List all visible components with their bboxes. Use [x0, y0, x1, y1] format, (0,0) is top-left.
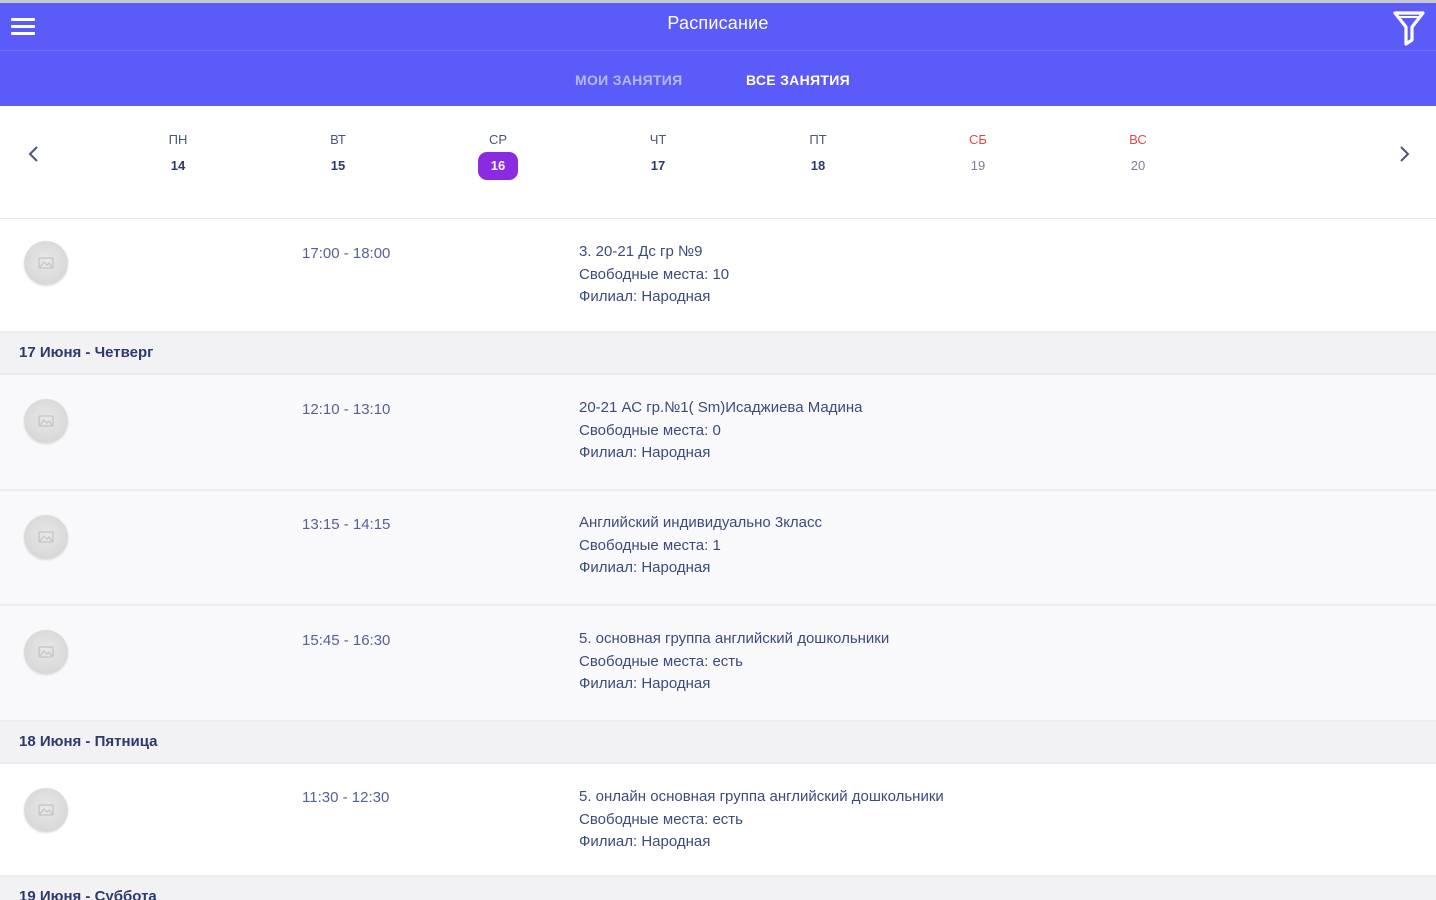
class-branch: Филиал: Народная	[579, 675, 711, 692]
class-name: 3. 20-21 Дс гр №9	[579, 243, 703, 260]
day-number: 15	[330, 158, 346, 173]
class-time: 15:45 - 16:30	[302, 632, 391, 649]
class-time: 13:15 - 14:15	[302, 516, 391, 533]
class-item[interactable]: 17:00 - 18:00 3. 20-21 Дс гр №9 Свободны…	[0, 219, 1436, 333]
day-saturday[interactable]: СБ 19	[948, 132, 1008, 180]
class-details: 3. 20-21 Дс гр №9 Свободные места: 10 Фи…	[579, 241, 729, 309]
day-name: ВТ	[330, 132, 346, 147]
day-name: ЧТ	[649, 132, 667, 147]
avatar	[24, 515, 68, 559]
date-header: 19 Июня - Суббота	[0, 877, 1436, 900]
chevron-right-icon[interactable]	[1394, 142, 1414, 166]
class-free-seats: Свободные места: 1	[579, 536, 721, 554]
week-selector: ПН 14 ВТ 15 СР 16 ЧТ 17 ПТ 18 СБ 19 ВС 2…	[0, 106, 1436, 206]
day-friday[interactable]: ПТ 18	[788, 132, 848, 180]
day-name: ВС	[1129, 132, 1147, 147]
class-name: 5. онлайн основная группа английский дош…	[579, 788, 944, 805]
tab-all-classes[interactable]: ВСЕ ЗАНЯТИЯ	[746, 72, 850, 88]
chevron-left-icon[interactable]	[24, 142, 44, 166]
app-bar: Расписание МОИ ЗАНЯТИЯ ВСЕ ЗАНЯТИЯ	[0, 0, 1436, 106]
class-branch: Филиал: Народная	[579, 559, 711, 576]
day-tuesday[interactable]: ВТ 15	[308, 132, 368, 180]
app-bar-top-row: Расписание	[0, 3, 1436, 50]
class-name: Английский индивидуально 3класс	[579, 514, 823, 531]
image-placeholder-icon	[38, 415, 54, 427]
day-name: СБ	[969, 132, 987, 147]
day-sunday[interactable]: ВС 20	[1108, 132, 1168, 180]
class-name: 5. основная группа английский дошкольник…	[579, 630, 890, 647]
filter-funnel-icon[interactable]	[1392, 9, 1426, 47]
image-placeholder-icon	[38, 646, 54, 658]
avatar	[24, 788, 68, 832]
class-item[interactable]: 12:10 - 13:10 20-21 АС гр.№1( Sm)Исаджие…	[0, 375, 1436, 491]
class-details: 5. онлайн основная группа английский дош…	[579, 786, 944, 854]
day-number: 17	[650, 158, 666, 173]
avatar	[24, 630, 68, 674]
avatar	[24, 399, 68, 443]
class-time: 17:00 - 18:00	[302, 245, 391, 262]
day-name: СР	[488, 132, 508, 147]
class-free-seats: Свободные места: 0	[579, 421, 721, 439]
date-header: 17 Июня - Четверг	[0, 333, 1436, 375]
tab-bar: МОИ ЗАНЯТИЯ ВСЕ ЗАНЯТИЯ	[0, 51, 1436, 109]
class-branch: Филиал: Народная	[579, 444, 711, 461]
class-free-seats: Свободные места: есть	[579, 652, 743, 670]
class-item[interactable]: 15:45 - 16:30 5. основная группа английс…	[0, 606, 1436, 722]
image-placeholder-icon	[38, 257, 54, 269]
day-wednesday[interactable]: СР 16	[468, 132, 528, 180]
list-top-spacer	[0, 204, 1436, 219]
class-item[interactable]: 13:15 - 14:15 Английский индивидуально 3…	[0, 491, 1436, 606]
day-number: 20	[1130, 158, 1146, 173]
day-number: 18	[810, 158, 826, 173]
date-header: 18 Июня - Пятница	[0, 722, 1436, 764]
day-number: 19	[970, 158, 986, 173]
class-branch: Филиал: Народная	[579, 833, 711, 850]
class-name: 20-21 АС гр.№1( Sm)Исаджиева Мадина	[579, 399, 863, 416]
day-thursday[interactable]: ЧТ 17	[628, 132, 688, 180]
class-details: 5. основная группа английский дошкольник…	[579, 628, 889, 696]
class-details: 20-21 АС гр.№1( Sm)Исаджиева Мадина Своб…	[579, 397, 862, 465]
tab-my-classes[interactable]: МОИ ЗАНЯТИЯ	[575, 72, 683, 88]
day-name: ПН	[168, 132, 188, 147]
class-free-seats: Свободные места: есть	[579, 810, 743, 828]
class-time: 11:30 - 12:30	[302, 789, 390, 806]
class-free-seats: Свободные места: 10	[579, 265, 730, 283]
class-time: 12:10 - 13:10	[302, 401, 391, 418]
day-monday[interactable]: ПН 14	[148, 132, 208, 180]
image-placeholder-icon	[38, 531, 54, 543]
avatar	[24, 241, 68, 285]
day-name: ПТ	[809, 132, 827, 147]
class-item[interactable]: 11:30 - 12:30 5. онлайн основная группа …	[0, 764, 1436, 877]
day-number-selected: 16	[478, 152, 518, 180]
page-title: Расписание	[667, 13, 769, 33]
image-placeholder-icon	[38, 804, 54, 816]
schedule-list: 17:00 - 18:00 3. 20-21 Дс гр №9 Свободны…	[0, 219, 1436, 900]
day-number: 14	[170, 158, 186, 173]
class-details: Английский индивидуально 3класс Свободны…	[579, 512, 822, 580]
class-branch: Филиал: Народная	[579, 288, 711, 305]
